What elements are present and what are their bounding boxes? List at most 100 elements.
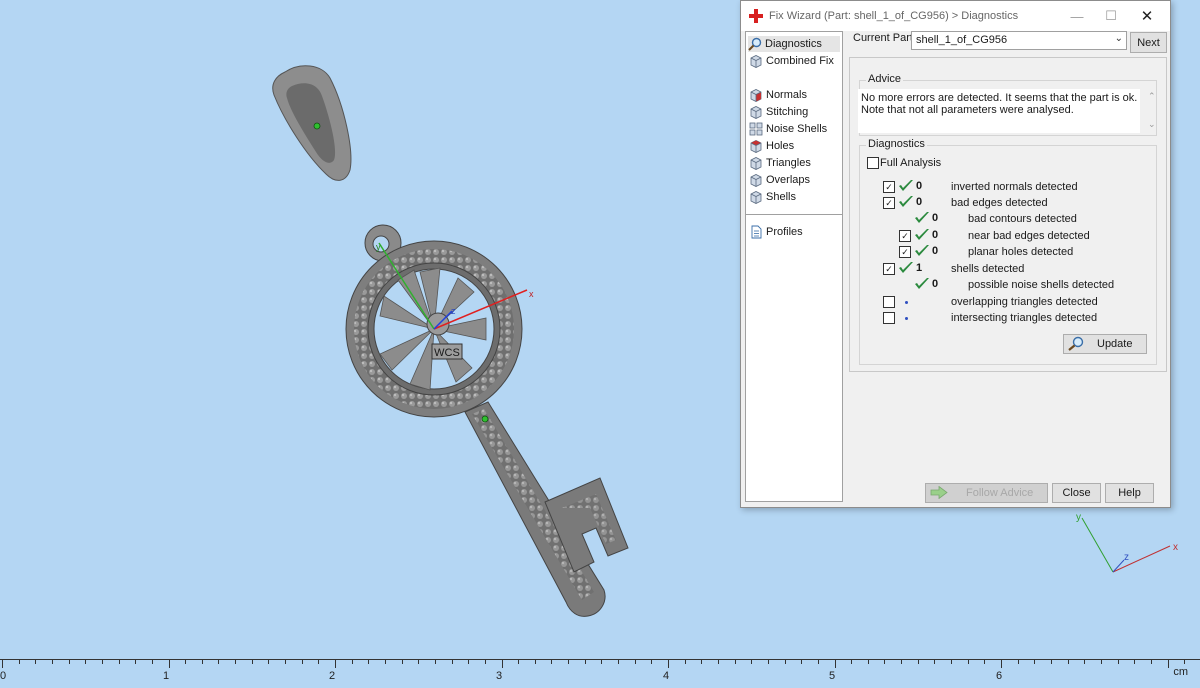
ruler-tick: [168, 659, 170, 668]
ruler-tick: [668, 659, 669, 668]
nav-item-label: Stitching: [766, 106, 809, 118]
ruler-tick: [784, 659, 786, 664]
check-ok-icon: [899, 196, 913, 207]
ruler-tick: [634, 659, 636, 664]
overlapping-triangles-checkbox[interactable]: [883, 296, 895, 308]
nav-item-holes[interactable]: Holes: [749, 138, 794, 154]
wcs-label: WCS: [434, 347, 460, 359]
ruler-tick: [551, 659, 553, 664]
current-part-value: shell_1_of_CG956: [916, 34, 1008, 46]
nav-item-diagnostics[interactable]: Diagnostics: [748, 36, 840, 52]
scroll-up-icon[interactable]: ⌃: [1148, 91, 1156, 102]
axis-triad: x y z: [1076, 512, 1178, 573]
ruler-tick: [884, 659, 886, 664]
ruler-tick: [601, 659, 603, 664]
ruler-tick: [434, 659, 436, 664]
check-ok-icon: [915, 229, 929, 240]
inverted-normals-label: inverted normals detected: [951, 181, 1078, 193]
wcs-x-label: x: [529, 289, 534, 299]
noise-shells-label: possible noise shells detected: [968, 279, 1115, 291]
ruler-tick: [335, 659, 336, 668]
intersecting-triangles-checkbox[interactable]: [883, 312, 895, 324]
bad-contours-label: bad contours detected: [968, 213, 1077, 225]
planar-holes-label: planar holes detected: [968, 246, 1074, 258]
ruler-tick: [1134, 659, 1136, 664]
ruler-label: 3: [496, 670, 503, 682]
help-button[interactable]: Help: [1105, 483, 1154, 503]
full-analysis-label: Full Analysis: [880, 157, 942, 169]
nav-item-noise-shells[interactable]: Noise Shells: [749, 121, 827, 137]
ruler-tick: [1167, 659, 1169, 668]
current-part-select[interactable]: shell_1_of_CG956 ⌄: [911, 31, 1127, 50]
ruler-tick: [501, 659, 503, 668]
check-ok-icon: [915, 278, 929, 289]
next-button[interactable]: Next: [1130, 32, 1167, 53]
nav-item-shells[interactable]: Shells: [749, 189, 796, 205]
ruler-tick: [185, 659, 187, 664]
arrow-right-icon: [930, 486, 948, 499]
nav-separator: [746, 214, 842, 215]
nav-item-overlaps[interactable]: Overlaps: [749, 172, 810, 188]
bad-edges-checkbox[interactable]: ✓: [883, 197, 895, 209]
chevron-down-icon: ⌄: [1114, 33, 1123, 44]
ruler-tick: [2, 659, 3, 668]
full-analysis-checkbox[interactable]: [867, 157, 879, 169]
nav-item-label: Noise Shells: [766, 123, 828, 135]
cube-icon: [750, 191, 762, 204]
ruler-tick: [218, 659, 220, 664]
inverted-normals-checkbox[interactable]: ✓: [883, 181, 895, 193]
close-window-button[interactable]: ✕: [1130, 1, 1164, 31]
planar-holes-checkbox[interactable]: ✓: [899, 246, 911, 258]
nav-item-label: Overlaps: [766, 174, 811, 186]
ruler-tick: [401, 659, 403, 664]
close-button[interactable]: Close: [1052, 483, 1101, 503]
advice-text: No more errors are detected. It seems th…: [858, 89, 1140, 133]
maximize-button[interactable]: ☐: [1094, 1, 1128, 31]
ruler-tick: [1017, 659, 1019, 664]
ruler-tick: [751, 659, 753, 664]
ruler-tick: [518, 659, 520, 664]
wcs-y-label: y: [376, 242, 381, 252]
ruler-tick: [684, 659, 686, 664]
ruler-tick: [851, 659, 853, 664]
app-cross-icon: [749, 9, 763, 23]
nav-item-label: Profiles: [766, 226, 803, 238]
ruler-tick: [801, 659, 803, 664]
cube-icon: [750, 106, 762, 119]
bad-edges-count: 0: [916, 196, 923, 208]
nav-item-label: Triangles: [766, 157, 811, 169]
key-shaft: [464, 401, 629, 617]
nav-item-stitching[interactable]: Stitching: [749, 104, 808, 120]
inverted-normals-count: 0: [916, 180, 923, 192]
ruler-tick: [351, 659, 353, 664]
near-bad-edges-label: near bad edges detected: [968, 230, 1090, 242]
ruler-tick: [135, 659, 137, 664]
check-ok-icon: [899, 180, 913, 191]
scroll-down-icon[interactable]: ⌄: [1148, 119, 1156, 130]
update-button[interactable]: Update: [1063, 334, 1147, 354]
fix-wizard-dialog[interactable]: Fix Wizard (Part: shell_1_of_CG956) > Di…: [740, 0, 1171, 508]
bail-ring: [272, 65, 352, 181]
magnifier-icon: [748, 37, 762, 51]
advice-scrollbar[interactable]: ⌃ ⌄: [1147, 91, 1159, 131]
current-part-label: Current Part:: [853, 32, 916, 44]
title-bar[interactable]: Fix Wizard (Part: shell_1_of_CG956) > Di…: [741, 1, 1170, 31]
diagnostics-panel: Advice No more errors are detected. It s…: [849, 57, 1167, 372]
nav-item-profiles[interactable]: Profiles: [749, 224, 803, 240]
nav-item-normals[interactable]: Normals: [749, 87, 807, 103]
ruler-label: 5: [829, 670, 836, 682]
cube-red-icon: [750, 140, 762, 153]
nav-item-combined-fix[interactable]: Combined Fix: [749, 53, 834, 69]
minimize-button[interactable]: —: [1060, 1, 1094, 31]
follow-advice-button[interactable]: Follow Advice: [925, 483, 1048, 503]
ruler-tick: [384, 659, 386, 664]
ruler-tick: [951, 659, 952, 664]
nav-item-triangles[interactable]: Triangles: [749, 155, 811, 171]
shells-checkbox[interactable]: ✓: [883, 263, 895, 275]
ruler-label: 2: [329, 670, 336, 682]
maximize-icon: ☐: [1105, 8, 1117, 23]
near-bad-edges-checkbox[interactable]: ✓: [899, 230, 911, 242]
noise-shells-count: 0: [932, 278, 939, 290]
key-head: [345, 224, 523, 423]
cube-red-icon: [750, 89, 762, 102]
